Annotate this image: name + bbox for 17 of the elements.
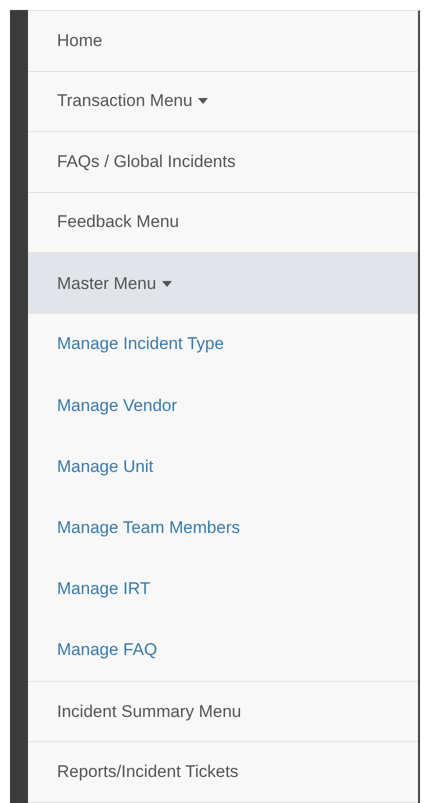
menu-link[interactable]: Home <box>57 30 102 51</box>
submenu-link[interactable]: Manage Team Members <box>57 518 240 538</box>
caret-icon <box>198 98 208 104</box>
menu-link[interactable]: FAQs / Global Incidents <box>57 152 236 172</box>
submenu-link[interactable]: Manage FAQ <box>57 640 158 660</box>
menu-dropdown[interactable]: Transaction Menu <box>28 72 418 132</box>
menu-link[interactable]: Feedback Menu <box>57 212 179 232</box>
menu-label: Transaction Menu <box>57 91 192 112</box>
submenu-link[interactable]: Manage Unit <box>57 456 154 477</box>
caret-icon <box>162 280 172 287</box>
submenu-link[interactable]: Manage Vendor <box>57 396 178 416</box>
submenu-link[interactable]: Manage Incident Type <box>57 334 224 354</box>
menu-link[interactable]: Reports/Incident Tickets <box>57 762 238 782</box>
menu-link[interactable]: Incident Summary Menu <box>57 702 242 722</box>
submenu-link[interactable]: Manage IRT <box>57 579 150 600</box>
menu-label: Master Menu <box>57 274 156 294</box>
menu-dropdown[interactable]: Master Menu <box>28 253 418 314</box>
